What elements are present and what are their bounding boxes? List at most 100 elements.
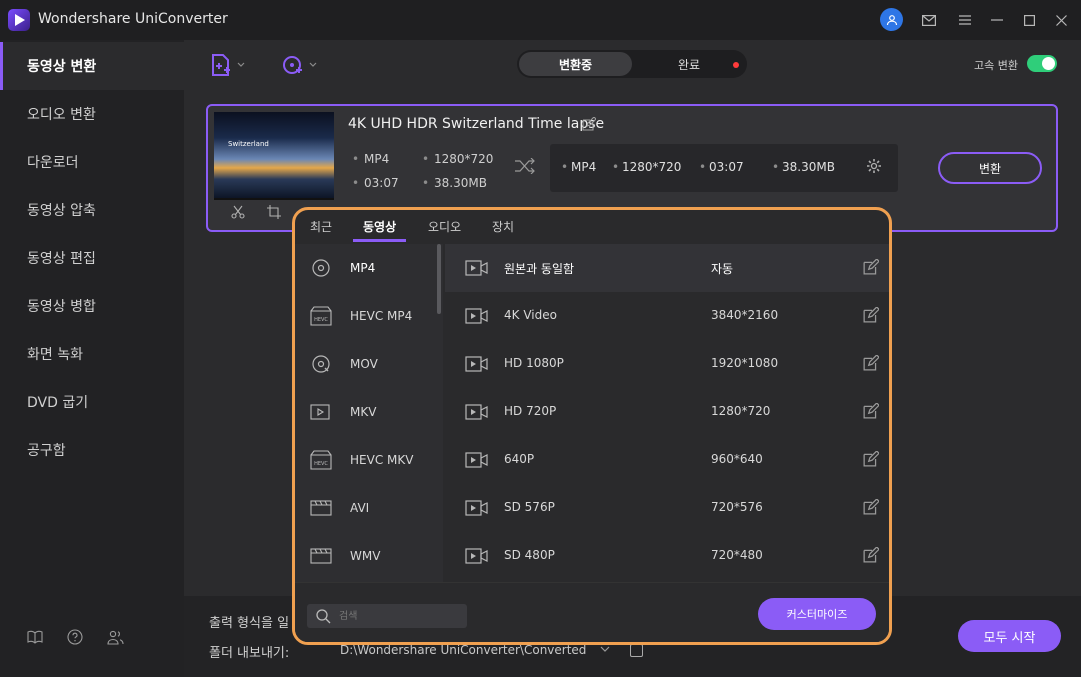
resolution-name: SD 576P [504, 500, 555, 514]
format-list-scrollbar[interactable] [437, 244, 441, 314]
resolution-name: 4K Video [504, 308, 557, 322]
output-format-label: 출력 형식을 일 [209, 616, 290, 631]
clapperboard-icon [310, 548, 332, 564]
sidebar-item-compress[interactable]: 동영상 압축 [0, 186, 184, 234]
sidebar-item-audio-convert[interactable]: 오디오 변환 [0, 90, 184, 138]
hevc-icon: HEVC [310, 306, 332, 326]
edit-icon[interactable] [863, 547, 879, 563]
resolution-row-640p[interactable]: 640P 960*640 [445, 436, 889, 484]
shuffle-icon [514, 157, 538, 176]
format-popup: 최근 동영상 오디오 장치 MP4 HEVC HEVC MP4 MOV MKV … [292, 207, 892, 645]
video-file-icon [310, 404, 330, 420]
format-label: AVI [350, 501, 370, 515]
tab-done[interactable]: 완료 [634, 52, 744, 76]
resolution-row-original[interactable]: 원본과 동일함 자동 [445, 244, 889, 292]
mail-icon[interactable] [918, 9, 940, 31]
users-icon[interactable] [106, 628, 124, 646]
format-item-mkv[interactable]: MKV [295, 388, 439, 436]
edit-icon[interactable] [863, 355, 879, 371]
resolution-value: 960*640 [711, 452, 763, 466]
add-file-button[interactable] [210, 52, 250, 78]
edit-icon[interactable] [863, 451, 879, 467]
high-speed-toggle[interactable] [1027, 55, 1057, 72]
format-list: MP4 HEVC HEVC MP4 MOV MKV HEVC HEVC MKV … [295, 244, 443, 582]
format-item-avi[interactable]: AVI [295, 484, 439, 532]
source-size: 38.30MB [422, 176, 487, 190]
minimize-icon[interactable] [986, 9, 1008, 31]
menu-icon[interactable] [954, 9, 976, 31]
resolution-row-576p[interactable]: SD 576P 720*576 [445, 484, 889, 532]
sidebar-item-merge[interactable]: 동영상 병합 [0, 282, 184, 330]
sidebar-item-toolbox[interactable]: 공구함 [0, 426, 184, 474]
format-item-mp4[interactable]: MP4 [295, 244, 439, 292]
format-item-hevc-mkv[interactable]: HEVC HEVC MKV [295, 436, 439, 484]
tab-audio[interactable]: 오디오 [428, 218, 461, 235]
video-camera-icon [465, 452, 488, 468]
output-format: MP4 [561, 160, 596, 174]
tab-device[interactable]: 장치 [492, 218, 514, 235]
video-camera-icon [465, 308, 488, 324]
format-label: HEVC MP4 [350, 309, 413, 323]
format-label: MP4 [350, 261, 376, 275]
scissors-icon[interactable] [230, 204, 246, 220]
app-title: Wondershare UniConverter [38, 11, 228, 27]
sidebar-item-dvd-burn[interactable]: DVD 굽기 [0, 378, 184, 426]
format-item-wmv[interactable]: WMV [295, 532, 439, 580]
help-icon[interactable] [66, 628, 84, 646]
edit-icon[interactable] [863, 403, 879, 419]
rename-icon[interactable] [582, 116, 598, 132]
tab-converting[interactable]: 변환중 [519, 52, 632, 76]
add-dvd-button[interactable] [280, 52, 320, 78]
merge-checkbox[interactable] [630, 644, 643, 657]
search-input[interactable] [339, 607, 459, 625]
output-settings[interactable]: MP4 1280*720 03:07 38.30MB [550, 144, 898, 192]
sidebar-item-video-convert[interactable]: 동영상 변환 [0, 42, 184, 90]
output-resolution: 1280*720 [612, 160, 682, 174]
format-item-mov[interactable]: MOV [295, 340, 439, 388]
tab-recent[interactable]: 최근 [310, 218, 332, 235]
notification-dot [733, 62, 739, 68]
tab-video[interactable]: 동영상 [363, 218, 396, 235]
folder-export-label: 폴더 내보내기: [209, 646, 290, 661]
resolution-row-720p[interactable]: HD 720P 1280*720 [445, 388, 889, 436]
resolution-row-480p[interactable]: SD 480P 720*480 [445, 532, 889, 580]
resolution-name: HD 720P [504, 404, 557, 418]
edit-icon[interactable] [863, 499, 879, 515]
video-thumbnail[interactable]: Switzerland [214, 112, 334, 198]
edit-icon[interactable] [863, 259, 879, 275]
close-icon[interactable] [1050, 9, 1072, 31]
resolution-name: 640P [504, 452, 535, 466]
video-camera-icon [465, 260, 488, 276]
title-bar: Wondershare UniConverter [0, 0, 1081, 40]
resolution-row-4k[interactable]: 4K Video 3840*2160 [445, 292, 889, 340]
sidebar-item-downloader[interactable]: 다운로더 [0, 138, 184, 186]
resolution-value: 720*576 [711, 500, 763, 514]
crop-icon[interactable] [266, 204, 282, 220]
resolution-value: 1920*1080 [711, 356, 779, 370]
maximize-icon[interactable] [1018, 9, 1040, 31]
chevron-down-icon[interactable] [600, 644, 610, 655]
thumbnail-progress [214, 198, 334, 200]
source-resolution: 1280*720 [422, 152, 494, 166]
resolution-value: 720*480 [711, 548, 763, 562]
resolution-name: HD 1080P [504, 356, 564, 370]
book-icon[interactable] [26, 628, 44, 646]
start-all-button[interactable]: 모두 시작 [958, 620, 1061, 652]
sidebar-item-edit[interactable]: 동영상 편집 [0, 234, 184, 282]
active-tab-underline [353, 239, 406, 242]
disc-icon [312, 259, 330, 277]
video-camera-icon [465, 404, 488, 420]
gear-icon[interactable] [866, 158, 884, 176]
output-duration: 03:07 [699, 160, 743, 174]
customize-button[interactable]: 커스터마이즈 [758, 598, 876, 630]
edit-icon[interactable] [863, 307, 879, 323]
sidebar-item-screen-record[interactable]: 화면 녹화 [0, 330, 184, 378]
source-format: MP4 [352, 152, 389, 166]
user-icon[interactable] [880, 8, 903, 31]
resolution-value: 1280*720 [711, 404, 771, 418]
output-size: 38.30MB [772, 160, 835, 174]
convert-button[interactable]: 변환 [938, 152, 1042, 184]
search-box [307, 604, 467, 628]
resolution-row-1080p[interactable]: HD 1080P 1920*1080 [445, 340, 889, 388]
format-item-hevc-mp4[interactable]: HEVC HEVC MP4 [295, 292, 439, 340]
